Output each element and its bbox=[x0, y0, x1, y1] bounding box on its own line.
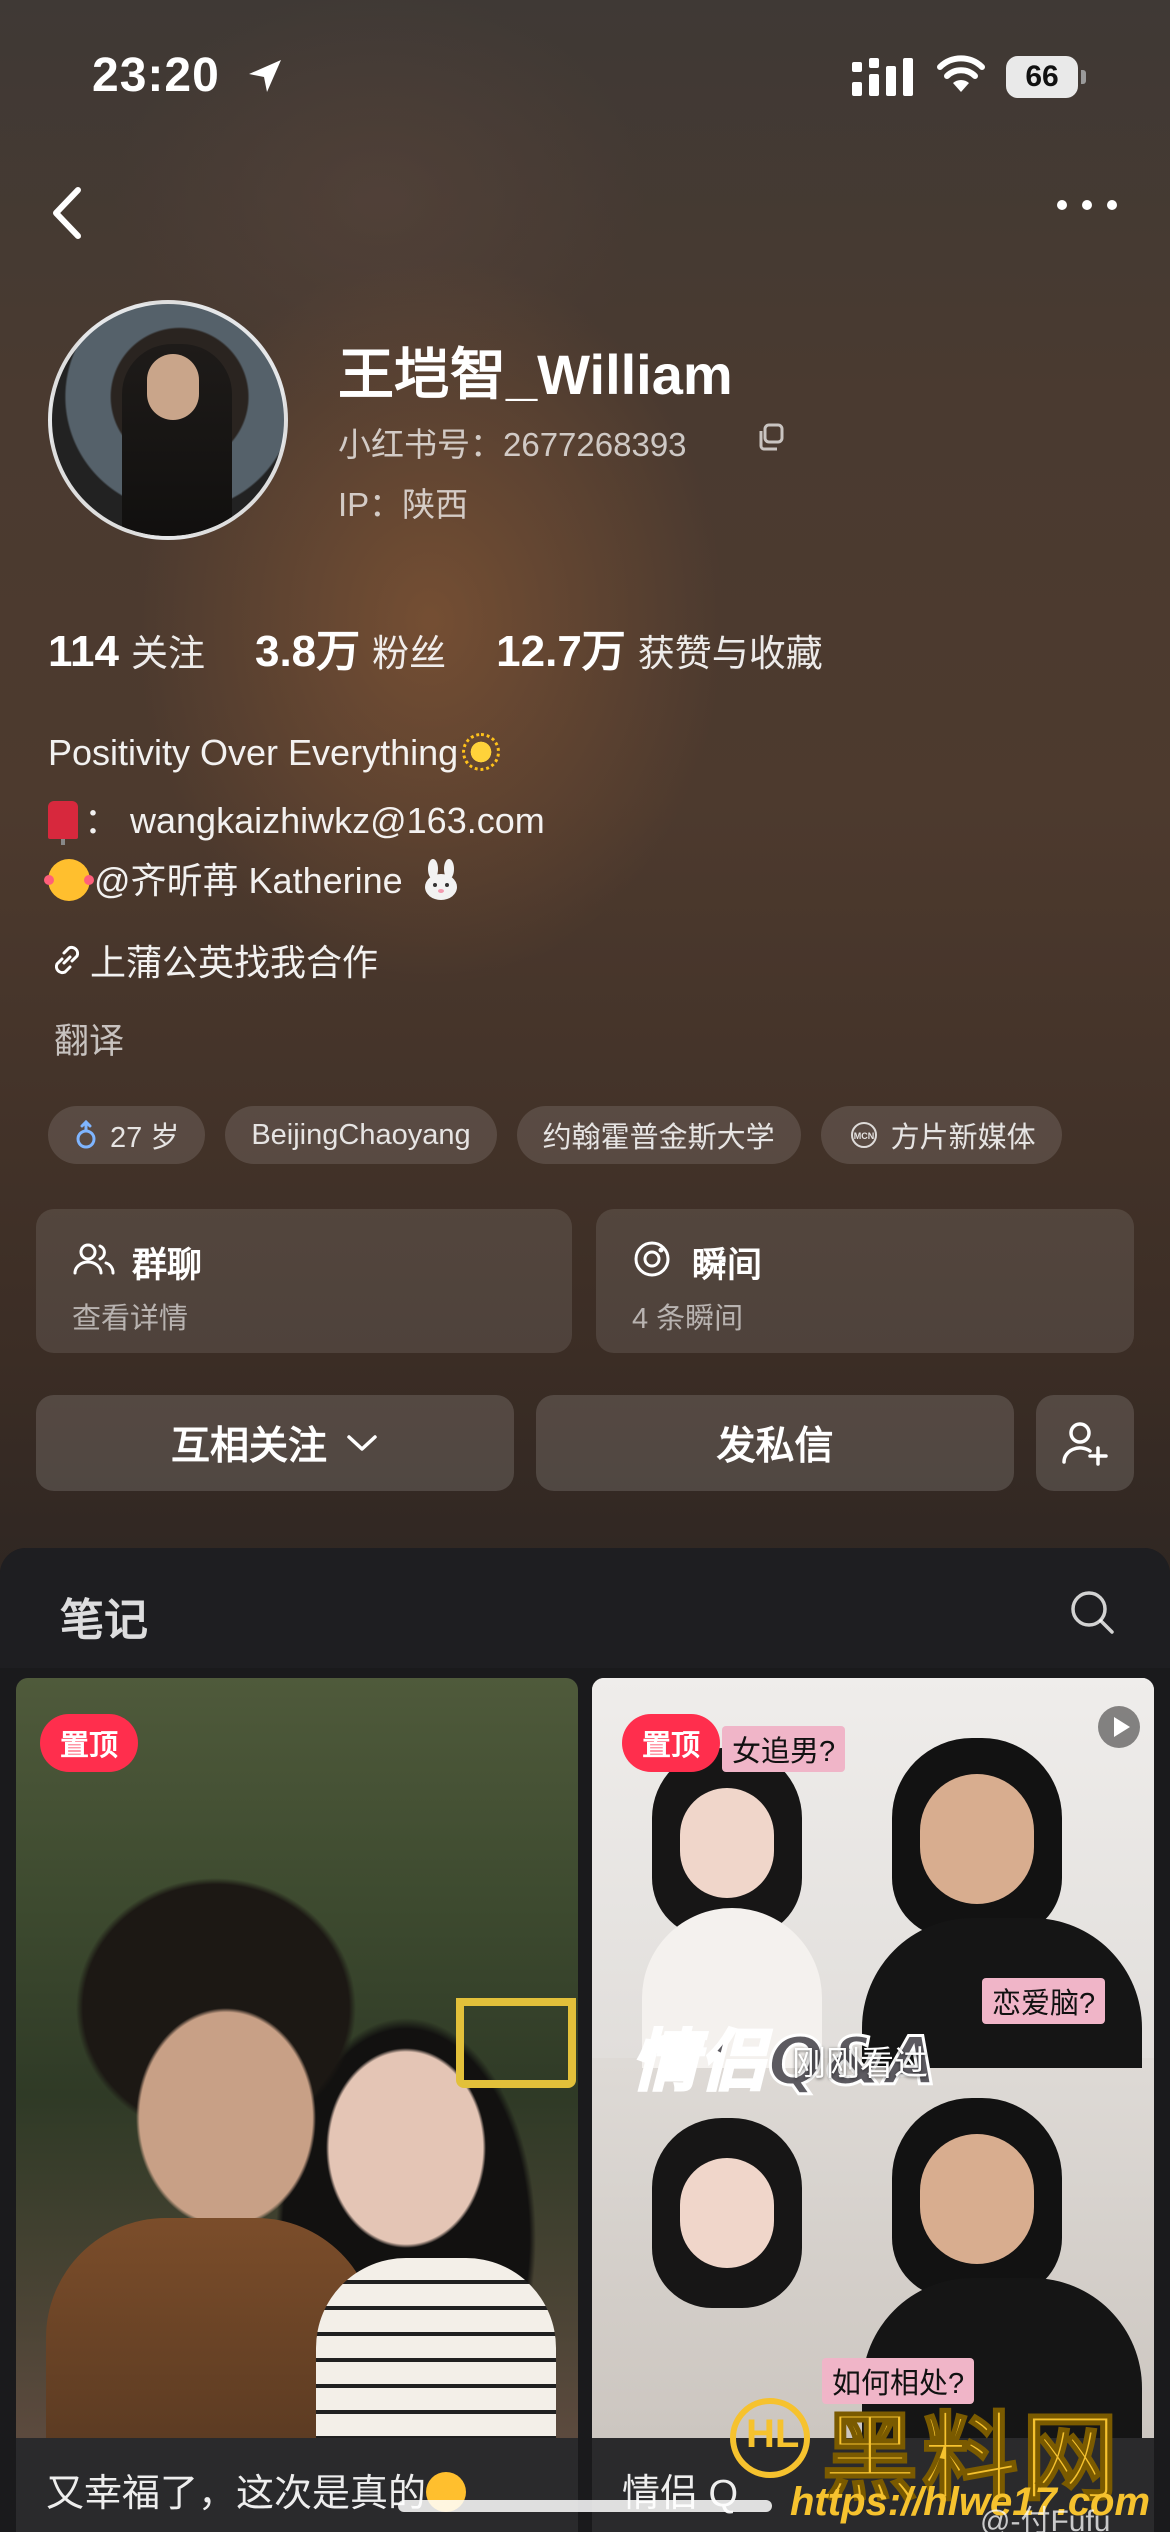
bio-line: Positivity Over Everything bbox=[48, 732, 501, 774]
stat-followers[interactable]: 3.8万 粉丝 bbox=[255, 615, 446, 679]
button-label: 发私信 bbox=[716, 1425, 834, 1468]
bio-email: ： wangkaizhiwkz@163.com bbox=[84, 800, 545, 841]
tag-label: 方片新媒体 bbox=[890, 1122, 1036, 1154]
more-options-icon[interactable] bbox=[1052, 190, 1122, 220]
svg-text:MCN: MCN bbox=[853, 1131, 874, 1141]
note-cover-image: 女追男? 恋爱脑? 如何相处? 情侣Q&A 刚刚看过 bbox=[592, 1678, 1154, 2438]
chevron-down-icon bbox=[347, 1435, 377, 1451]
wifi-icon bbox=[937, 55, 985, 92]
cover-label: 女追男? bbox=[722, 1726, 846, 1772]
location-arrow-icon bbox=[249, 60, 281, 92]
sun-emoji-icon bbox=[462, 733, 501, 771]
add-user-icon bbox=[1062, 1422, 1108, 1466]
note-card[interactable]: 置顶 又幸福了，这次是真的 bbox=[16, 1678, 578, 2532]
watermark-logo: HL bbox=[730, 2398, 810, 2478]
mutual-follow-button[interactable]: 互相关注 bbox=[36, 1395, 514, 1491]
group-chat-card[interactable]: 群聊 查看详情 bbox=[36, 1209, 572, 1353]
ip-location: IP：陕西 bbox=[338, 486, 469, 523]
smiling-face-hearts-emoji-icon bbox=[44, 859, 94, 901]
button-label: 互相关注 bbox=[170, 1425, 327, 1468]
red-id: 小红书号：2677268393 bbox=[338, 426, 687, 463]
send-message-button[interactable]: 发私信 bbox=[536, 1395, 1014, 1491]
bio-line: ： wangkaizhiwkz@163.com bbox=[48, 792, 545, 845]
search-icon[interactable] bbox=[1068, 1588, 1116, 1636]
cooperation-link[interactable]: 上蒲公英找我合作 bbox=[48, 934, 378, 986]
battery-icon: 66 bbox=[1006, 56, 1086, 98]
profile-tags: 27 岁 BeijingChaoyang 约翰霍普金斯大学 MCN 方片新媒体 bbox=[48, 1106, 1082, 1164]
tab-notes[interactable]: 笔记 bbox=[60, 1584, 148, 1648]
cover-label: 恋爱脑? bbox=[982, 1978, 1106, 2024]
moments-card[interactable]: 瞬间 4 条瞬间 bbox=[596, 1209, 1134, 1353]
male-gender-icon bbox=[76, 1120, 96, 1149]
note-caption-text: 又幸福了，这次是真的 bbox=[46, 2473, 427, 2515]
status-time: 23:20 bbox=[92, 49, 220, 102]
home-indicator[interactable] bbox=[398, 2500, 772, 2512]
note-cover-image bbox=[16, 1678, 578, 2438]
profile-name: 王垲智_William bbox=[338, 343, 733, 406]
notes-header: 笔记 bbox=[0, 1548, 1170, 1668]
copy-icon[interactable] bbox=[756, 422, 786, 452]
back-arrow-icon[interactable] bbox=[40, 178, 100, 248]
tag-school[interactable]: 约翰霍普金斯大学 bbox=[516, 1106, 801, 1164]
link-icon bbox=[54, 945, 80, 975]
card-title: 瞬间 bbox=[692, 1246, 763, 1285]
stat-value: 114 bbox=[48, 627, 119, 676]
moments-icon bbox=[634, 1241, 670, 1277]
card-subtitle: 4 条瞬间 bbox=[632, 1303, 744, 1335]
bio-text: Positivity Over Everything bbox=[48, 732, 459, 773]
profile-screen: 23:20 66 王垲智_William 小红书号：2677268393 IP：… bbox=[0, 0, 1170, 2532]
stat-value: 12.7万 bbox=[496, 627, 626, 676]
stat-value: 3.8万 bbox=[254, 627, 361, 676]
cooperation-link-text: 上蒲公英找我合作 bbox=[90, 942, 379, 983]
signal-icon bbox=[852, 58, 913, 96]
card-title: 群聊 bbox=[132, 1246, 203, 1285]
group-icon bbox=[73, 1243, 115, 1275]
bio-mention[interactable]: @齐昕苒 Katherine bbox=[94, 860, 403, 901]
pinned-badge: 置顶 bbox=[622, 1714, 721, 1772]
watermark-logo-text: HL bbox=[746, 2412, 800, 2456]
video-play-icon bbox=[1098, 1706, 1140, 1748]
tag-age[interactable]: 27 岁 bbox=[48, 1106, 206, 1164]
bio-line: @齐昕苒 Katherine bbox=[44, 852, 463, 904]
tag-location[interactable]: BeijingChaoyang bbox=[225, 1106, 497, 1164]
profile-stats: 114 关注 3.8万 粉丝 12.7万 获赞与收藏 bbox=[48, 615, 873, 679]
stat-label: 粉丝 bbox=[372, 633, 447, 674]
stat-likes-collections[interactable]: 12.7万 获赞与收藏 bbox=[496, 615, 823, 679]
rabbit-emoji-icon bbox=[424, 859, 457, 900]
tag-label: BeijingChaoyang bbox=[251, 1118, 471, 1151]
card-subtitle: 查看详情 bbox=[72, 1303, 189, 1335]
tag-label: 约翰霍普金斯大学 bbox=[542, 1122, 775, 1154]
stat-following[interactable]: 114 关注 bbox=[48, 623, 205, 677]
watermark-username: @-付Fufu bbox=[980, 2505, 1111, 2532]
recently-viewed-label: 刚刚看过 bbox=[792, 2045, 928, 2083]
add-friend-button[interactable] bbox=[1036, 1395, 1134, 1491]
pinned-badge: 置顶 bbox=[40, 1714, 139, 1772]
mcn-icon: MCN bbox=[850, 1122, 877, 1148]
translate-button[interactable]: 翻译 bbox=[54, 1013, 124, 1064]
tag-mcn[interactable]: MCN 方片新媒体 bbox=[820, 1106, 1062, 1164]
stat-label: 获赞与收藏 bbox=[637, 633, 823, 674]
battery-level: 66 bbox=[1025, 60, 1059, 93]
mailbox-emoji-icon bbox=[48, 801, 78, 845]
avatar[interactable] bbox=[48, 300, 288, 540]
stat-label: 关注 bbox=[130, 633, 205, 674]
tag-label: 27 岁 bbox=[110, 1122, 180, 1154]
